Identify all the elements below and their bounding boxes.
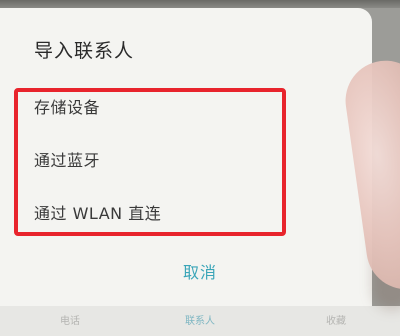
- cancel-button[interactable]: 取消: [150, 256, 250, 290]
- tab-phone[interactable]: 电话: [40, 312, 100, 327]
- bottom-tab-bar: 电话 联系人 收藏: [0, 306, 400, 336]
- dimmed-background: [0, 0, 400, 8]
- dialog-title: 导入联系人: [34, 40, 135, 62]
- tab-contacts[interactable]: 联系人: [170, 312, 230, 327]
- red-highlight-box: [14, 88, 286, 236]
- tab-favorites[interactable]: 收藏: [306, 312, 366, 327]
